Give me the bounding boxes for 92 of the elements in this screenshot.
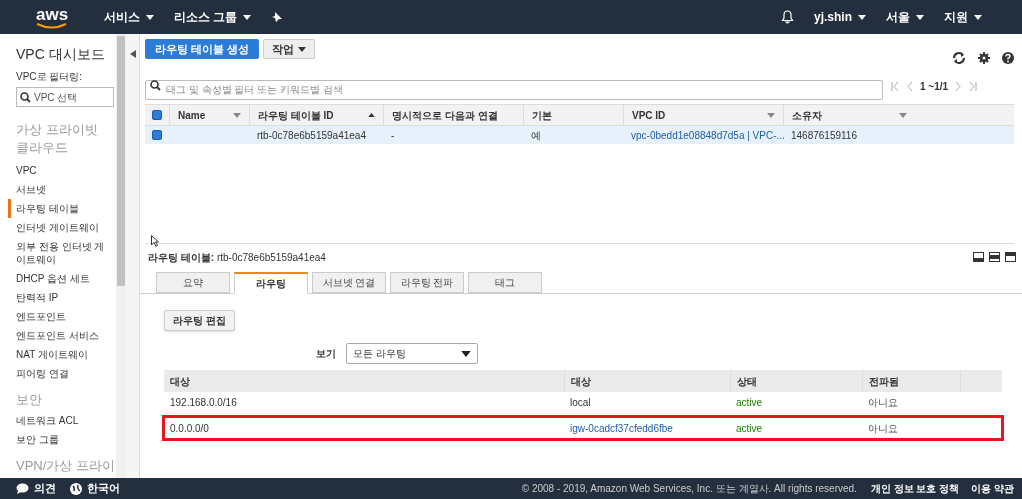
feedback-button[interactable]: 의견 [16, 480, 56, 497]
section-heading: 가상 프라이빗 클라우드 [16, 121, 99, 157]
caret-icon[interactable] [858, 14, 866, 20]
caret-icon[interactable] [974, 14, 982, 20]
column-header: 전파됨 [869, 374, 899, 389]
sidebar-item[interactable]: VPC [16, 161, 114, 180]
tab[interactable]: 라우팅 전파 [390, 272, 464, 293]
sort-up-icon[interactable] [368, 113, 375, 117]
caret-icon[interactable] [461, 350, 471, 357]
footer-link[interactable]: 이용 약관 [971, 481, 1014, 496]
view-label: 보기 [316, 347, 336, 361]
aws-logo[interactable]: aws [36, 5, 104, 23]
menu-button[interactable]: 서비스 [104, 8, 154, 26]
section-heading: VPN/가상 프라이 [16, 457, 114, 475]
column-header: VPC ID [632, 108, 666, 123]
menu-button[interactable]: 서울 [886, 8, 924, 26]
table-cell: 아니요 [868, 422, 898, 434]
globe-icon [70, 482, 82, 495]
sidebar-item[interactable]: 인터넷 게이트웨이 [16, 218, 114, 237]
sidebar-item[interactable]: 외부 전용 인터넷 게이트웨이 [16, 237, 114, 269]
sidebar-item[interactable]: 네트워크 ACL [16, 411, 114, 430]
speech-bubble-icon [16, 483, 29, 494]
layout-top-icon[interactable] [1005, 252, 1016, 262]
filter-label: VPC로 필터링: [16, 70, 84, 84]
menu-button[interactable]: yj.shin [814, 8, 866, 26]
table-cell: - [391, 129, 395, 141]
column-header: 상태 [737, 374, 757, 389]
bell-icon[interactable] [781, 10, 794, 24]
refresh-icon[interactable] [952, 51, 966, 65]
table-cell: 192.168.0.0/16 [170, 397, 237, 408]
table-cell: local [570, 397, 591, 408]
settings-icon[interactable] [978, 52, 990, 64]
footer-link[interactable]: 개인 정보 보호 정책 [870, 481, 960, 496]
tab[interactable]: 라우팅 [234, 272, 308, 294]
column-header: 대상 [571, 374, 591, 389]
caret-icon[interactable] [298, 46, 307, 52]
sidebar-item[interactable]: 엔드포인트 서비스 [16, 326, 114, 345]
column-header: 대상 [170, 374, 190, 389]
sidebar-item[interactable]: DHCP 옵션 세트 [16, 269, 114, 288]
caret-icon[interactable] [243, 14, 252, 20]
copyright-text: © 2008 - 2019, Amazon Web Services, Inc. 또는 계열사. All rights reserved. [521, 482, 857, 496]
column-header: 기본 [532, 108, 552, 123]
vpc-select-field[interactable]: VPC 선택 [16, 87, 114, 107]
table-cell: 0.0.0.0/0 [170, 422, 209, 434]
cursor-icon[interactable] [151, 235, 159, 247]
table-cell: 예 [531, 129, 541, 141]
column-header: Name [178, 108, 206, 123]
column-header: 소유자 [792, 108, 822, 123]
edit-routes-button[interactable]: 라우팅 편집 [164, 310, 235, 331]
collapse-icon[interactable] [129, 50, 136, 58]
details-label: 라우팅 테이블: [148, 251, 215, 263]
language-button[interactable]: 한국어 [70, 480, 120, 497]
page-indicator: 1 ~1/1 [920, 79, 949, 94]
actions-button[interactable]: 작업 [263, 39, 316, 59]
view-dropdown[interactable]: 모든 라우팅 [346, 343, 478, 364]
sidebar-item[interactable]: 엔드포인트 [16, 307, 114, 326]
search-field[interactable]: 태그 및 속성별 필터 또는 키워드별 검색 [145, 79, 883, 100]
status-text: active [736, 422, 763, 434]
vpc-link[interactable]: vpc-0bedd1e08848d7d5a | VPC-... [631, 129, 785, 141]
table-cell: 아니요 [868, 397, 898, 408]
sidebar-item[interactable]: 피어링 연결 [16, 364, 114, 383]
create-button[interactable]: 라우팅 테이블 생성 [145, 39, 260, 59]
checkbox[interactable] [152, 130, 162, 140]
caret-icon[interactable] [146, 14, 154, 20]
tab[interactable]: 서브넷 연결 [312, 272, 386, 293]
pin-icon[interactable] [271, 11, 284, 23]
table-row[interactable]: rtb-0c78e6b5159a41ea4 - 예 vpc-0bedd1e08848d7d5a | VPC-... 146876159116 [145, 126, 1014, 144]
scrollbar[interactable] [116, 34, 126, 478]
menu-button[interactable]: 지원 [944, 8, 982, 26]
target-link[interactable]: igw-0cadcf37cfedd6fbe [570, 422, 673, 434]
checkbox[interactable] [152, 110, 162, 120]
sidebar-item[interactable]: 서브넷 [16, 180, 114, 199]
column-header: 명시적으로 다음과 연결 [392, 108, 498, 123]
tab[interactable]: 요약 [156, 272, 230, 293]
menu-button[interactable]: 리소스 그룹 [174, 8, 252, 26]
search-icon[interactable] [150, 80, 161, 91]
search-icon[interactable] [20, 91, 31, 103]
sidebar-item[interactable]: NAT 게이트웨이 [16, 345, 114, 364]
help-icon[interactable] [1002, 52, 1014, 64]
layout-bottom-icon[interactable] [973, 252, 984, 262]
sidebar-title: VPC 대시보드 [16, 45, 106, 64]
tab[interactable]: 태그 [468, 272, 542, 293]
table-cell: 146876159116 [791, 129, 857, 141]
sidebar-item[interactable]: 탄력적 IP [16, 288, 114, 307]
layout-split-icon[interactable] [989, 252, 1000, 262]
section-heading: 보안 [16, 391, 43, 409]
status-text: active [736, 397, 763, 408]
route-table-id: rtb-0c78e6b5159a41ea4 [216, 251, 326, 263]
column-header: 라우팅 테이블 ID [258, 108, 334, 123]
sidebar-item[interactable]: 보안 그룹 [16, 430, 114, 449]
table-cell: rtb-0c78e6b5159a41ea4 [257, 129, 366, 141]
caret-icon[interactable] [916, 14, 924, 20]
